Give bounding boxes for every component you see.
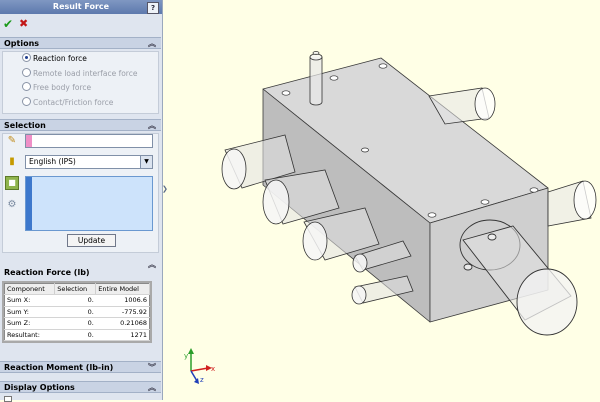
right-cylinder: [547, 180, 597, 227]
collapse-chevron-icon[interactable]: ︽: [148, 120, 156, 132]
selection-section-header[interactable]: Selection ︽: [0, 119, 161, 131]
action-bar: ✔ ✖: [0, 14, 162, 34]
top-pin: [309, 51, 323, 106]
options-section-header[interactable]: Options ︽: [0, 37, 161, 49]
radio-label: Reaction force: [33, 54, 87, 63]
entire-model-cell: 0.21068: [95, 317, 150, 330]
ok-button[interactable]: ✔: [3, 18, 13, 30]
collapse-chevron-icon[interactable]: ︽: [148, 382, 156, 394]
window-title: Result Force: [52, 2, 110, 11]
table-row: Sum Y: 0. -775.92: [4, 306, 150, 318]
help-button[interactable]: ?: [147, 2, 159, 14]
options-section-title: Options: [4, 39, 40, 48]
radio-label: Contact/Friction force: [33, 98, 114, 107]
selection-cell: 0.: [54, 329, 96, 341]
entire-model-cell: 1006.6: [95, 294, 150, 307]
table-row: Sum X: 0. 1006.6: [4, 294, 150, 307]
collapse-chevron-icon[interactable]: ︽: [148, 38, 156, 50]
select-entities-icon: ✎: [7, 135, 17, 146]
display-option-checkbox[interactable]: [4, 396, 12, 402]
table-row: Sum Z: 0. 0.21068: [4, 317, 150, 330]
reaction-force-title: Reaction Force (lb): [4, 268, 90, 277]
radio-contact-friction-force[interactable]: Contact/Friction force: [22, 97, 113, 109]
svg-text:x: x: [211, 365, 215, 373]
chevron-down-icon[interactable]: ▼: [140, 156, 152, 168]
radio-label: Free body force: [33, 83, 92, 92]
property-manager-title: Result Force ?: [0, 0, 162, 14]
column-header: Entire Model: [95, 283, 150, 295]
selection-cell: 0.: [54, 306, 96, 318]
coordinate-triad: y x z: [184, 348, 215, 384]
units-dropdown-value: English (IPS): [29, 157, 76, 166]
reference-geometry-icon: ■: [5, 176, 19, 190]
radio-label: Remote load interface force: [33, 69, 138, 78]
component-cell: Sum Y:: [4, 306, 55, 318]
radio-button[interactable]: [22, 68, 31, 77]
reference-entity-list[interactable]: [25, 176, 153, 231]
selection-cell: 0.: [54, 294, 96, 307]
table-row: Resultant: 0. 1271: [4, 329, 150, 341]
radio-button[interactable]: [22, 82, 31, 91]
radio-free-body-force[interactable]: Free body force: [22, 82, 91, 94]
column-header: Component: [4, 283, 56, 295]
selected-entities-field[interactable]: [25, 134, 153, 148]
units-icon: ▮: [9, 156, 15, 167]
model-canvas[interactable]: y x z: [167, 0, 600, 400]
display-options-section-header[interactable]: Display Options ︽: [0, 381, 161, 393]
entire-model-cell: -775.92: [95, 306, 150, 318]
expand-chevron-icon[interactable]: ︾: [148, 362, 156, 374]
radio-button[interactable]: [22, 53, 31, 62]
property-manager: Result Force ? ✔ ✖ Options ︽ Reaction fo…: [0, 0, 163, 402]
display-options-section-title: Display Options: [4, 383, 75, 392]
svg-text:z: z: [200, 376, 204, 384]
graphics-area[interactable]: y x z: [167, 0, 600, 400]
selection-color-swatch: [26, 135, 32, 147]
update-button[interactable]: Update: [67, 234, 116, 247]
table-header-row: Component Selection Entire Model: [4, 283, 150, 295]
component-cell: Sum Z:: [4, 317, 55, 330]
radio-button[interactable]: [22, 97, 31, 106]
flip-direction-icon: ⚙: [7, 199, 17, 210]
collapse-chevron-icon[interactable]: ︽: [148, 259, 156, 271]
cancel-button[interactable]: ✖: [19, 18, 28, 30]
selection-cell: 0.: [54, 317, 96, 330]
reaction-force-table: Component Selection Entire Model Sum X: …: [4, 283, 150, 341]
list-focus-strip: [26, 177, 32, 230]
column-header: Selection: [54, 283, 97, 295]
component-cell: Sum X:: [4, 294, 55, 307]
selection-section-title: Selection: [4, 121, 46, 130]
entire-model-cell: 1271: [95, 329, 150, 341]
units-dropdown[interactable]: English (IPS) ▼: [25, 155, 153, 169]
radio-remote-load-interface-force[interactable]: Remote load interface force: [22, 68, 137, 80]
component-cell: Resultant:: [4, 329, 55, 341]
reaction-moment-section-title: Reaction Moment (lb-in): [4, 363, 114, 372]
svg-text:y: y: [184, 352, 188, 360]
reaction-moment-section-header[interactable]: Reaction Moment (lb-in) ︾: [0, 361, 161, 373]
radio-reaction-force[interactable]: Reaction force: [22, 53, 87, 65]
